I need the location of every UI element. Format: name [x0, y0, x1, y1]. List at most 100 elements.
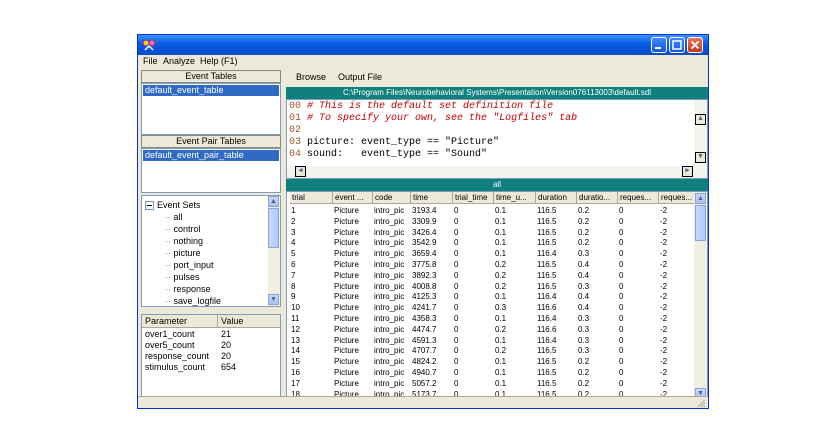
scroll-left-icon[interactable]: ◀: [295, 166, 306, 177]
event-sets-root[interactable]: Event Sets: [157, 200, 201, 211]
event-set-item[interactable]: ·· picture: [165, 248, 201, 259]
table-row[interactable]: 12 Picture intro_pic 4474.7 0 0.2 116.6 0.3 0 -2: [287, 325, 692, 335]
tree-collapse-icon[interactable]: [145, 201, 154, 210]
event-pair-tables-list[interactable]: default_event_pair_table: [141, 148, 281, 193]
table-row[interactable]: 13 Picture intro_pic 4591.3 0 0.1 116.4 0.3 0 -2: [287, 336, 692, 346]
grid-cell: 4591.3: [412, 335, 437, 345]
grid-cell: 0: [454, 368, 459, 377]
scroll-thumb[interactable]: [695, 205, 706, 241]
grid-cell: 4: [291, 238, 296, 248]
grid-cell: 0.1: [495, 314, 507, 323]
grid-cell: 0: [619, 303, 624, 313]
table-row[interactable]: 8 Picture intro_pic 4008.8 0 0.2 116.5 0.3 0 -2: [287, 282, 692, 292]
grid-cell: 0: [454, 216, 459, 226]
grid-cell: 0.2: [495, 346, 507, 356]
event-set-item[interactable]: ·· all: [165, 212, 183, 223]
event-sets-tree[interactable]: Event Sets ·· all ·· control ·· nothing …: [141, 195, 281, 307]
scroll-right-icon[interactable]: ▶: [682, 166, 693, 177]
table-row[interactable]: 3 Picture intro_pic 3426.4 0 0.1 116.5 0.2 0 -2: [287, 228, 692, 238]
event-table-item[interactable]: default_event_table: [143, 85, 279, 96]
grid-cell: 116.5: [537, 346, 557, 356]
parameter-name: response_count: [145, 351, 210, 361]
grid-cell: 0.1: [495, 378, 507, 388]
event-set-item[interactable]: ·· nothing: [165, 236, 203, 247]
grid-cell: 9: [291, 292, 296, 302]
scroll-up-icon[interactable]: ▲: [695, 193, 706, 204]
close-button[interactable]: [687, 37, 703, 53]
grid-cell: 0.2: [578, 378, 590, 388]
event-set-item[interactable]: ·· save_logfile: [165, 296, 221, 307]
grid-column-header[interactable]: trial_time: [453, 192, 494, 204]
table-row[interactable]: 5 Picture intro_pic 3659.4 0 0.1 116.4 0.3 0 -2: [287, 249, 692, 259]
menu-help[interactable]: Help (F1): [200, 56, 238, 66]
scroll-up-icon[interactable]: ▲: [695, 114, 706, 125]
event-set-item[interactable]: ·· port_input: [165, 260, 214, 271]
event-tables-list[interactable]: default_event_table: [141, 83, 281, 135]
grid-cell: Picture: [334, 260, 359, 269]
grid-cell: 0.2: [578, 206, 590, 215]
grid-cell: 0.2: [578, 357, 590, 367]
grid-cell: intro_pic: [374, 270, 405, 280]
scroll-up-icon[interactable]: ▲: [268, 196, 279, 207]
editor-hscrollbar[interactable]: ◀ ▶: [287, 166, 707, 178]
event-pair-table-item[interactable]: default_event_pair_table: [143, 150, 279, 161]
scroll-down-icon[interactable]: ▼: [695, 152, 706, 163]
grid-cell: 116.5: [537, 227, 557, 237]
grid-cell: 0: [619, 281, 624, 291]
grid-vscrollbar[interactable]: ▲ ▼: [694, 192, 707, 401]
grid-cell: 0.1: [495, 357, 507, 367]
grid-cell: 0: [619, 346, 624, 356]
grid-column-header[interactable]: reques...: [659, 192, 695, 204]
event-set-item[interactable]: ·· control: [165, 224, 201, 235]
table-row[interactable]: 4 Picture intro_pic 3542.9 0 0.1 116.5 0.2 0 -2: [287, 238, 692, 248]
event-set-item[interactable]: ·· response: [165, 284, 211, 295]
grid-cell: Picture: [334, 216, 359, 226]
table-row[interactable]: 15 Picture intro_pic 4824.2 0 0.1 116.5 0.2 0 -2: [287, 357, 692, 367]
grid-cell: 0.4: [578, 270, 590, 280]
minimize-button[interactable]: [651, 37, 667, 53]
grid-cell: 116.5: [537, 206, 557, 215]
grid-cell: 0.3: [578, 346, 590, 356]
menu-file[interactable]: File: [143, 56, 158, 66]
grid-column-header[interactable]: duration: [536, 192, 577, 204]
grid-column-header[interactable]: event ...: [333, 192, 373, 204]
event-data-grid[interactable]: trial event ... code time trial_time time_u..…: [286, 191, 708, 402]
title-bar[interactable]: [138, 35, 708, 55]
menu-analyze[interactable]: Analyze: [163, 56, 195, 66]
maximize-button[interactable]: [669, 37, 685, 53]
table-row[interactable]: 14 Picture intro_pic 4707.7 0 0.2 116.5 0.3 0 -2: [287, 346, 692, 356]
grid-cell: 0: [454, 238, 459, 248]
table-row[interactable]: 9 Picture intro_pic 4125.3 0 0.1 116.4 0.4 0 -2: [287, 292, 692, 302]
grid-column-header[interactable]: time_u...: [494, 192, 536, 204]
table-row[interactable]: 16 Picture intro_pic 4940.7 0 0.1 116.5 0.2 0 -2: [287, 368, 692, 378]
grid-column-header[interactable]: time: [411, 192, 453, 204]
event-pair-tables-header: Event Pair Tables: [141, 135, 281, 148]
table-row[interactable]: 1 Picture intro_pic 3193.4 0 0.1 116.5 0.2 0 -2: [287, 206, 692, 216]
grid-column-header[interactable]: code: [373, 192, 411, 204]
grid-cell: Picture: [334, 346, 359, 356]
tab-browse[interactable]: Browse: [296, 72, 326, 82]
table-row[interactable]: 7 Picture intro_pic 3892.3 0 0.2 116.5 0.4 0 -2: [287, 271, 692, 281]
parameter-column-header[interactable]: Parameter: [145, 316, 187, 327]
table-row[interactable]: 11 Picture intro_pic 4358.3 0 0.1 116.4 0.3 0 -2: [287, 314, 692, 324]
scroll-down-icon[interactable]: ▼: [268, 294, 279, 305]
table-row[interactable]: 17 Picture intro_pic 5057.2 0 0.1 116.5 0.2 0 -2: [287, 379, 692, 389]
editor-vscrollbar[interactable]: ▲ ▼: [694, 100, 707, 166]
value-column-header[interactable]: Value: [221, 316, 243, 327]
grid-column-header[interactable]: reques...: [618, 192, 659, 204]
resize-grip-icon[interactable]: [696, 398, 706, 408]
grid-cell: 4125.3: [412, 292, 437, 302]
grid-column-header[interactable]: trial: [290, 192, 333, 204]
table-row[interactable]: 2 Picture intro_pic 3309.9 0 0.1 116.5 0.2 0 -2: [287, 217, 692, 227]
table-row[interactable]: 10 Picture intro_pic 4241.7 0 0.3 116.6 0.4 0 -2: [287, 303, 692, 313]
sdl-editor[interactable]: 00 # This is the default set definition …: [286, 99, 708, 179]
table-row[interactable]: 6 Picture intro_pic 3775.8 0 0.2 116.5 0.4 0 -2: [287, 260, 692, 270]
grid-column-header[interactable]: duratio...: [577, 192, 618, 204]
tab-output-file[interactable]: Output File: [338, 72, 382, 82]
grid-cell: 0: [454, 249, 459, 259]
parameter-table: Parameter Value over1_count 21 over5_cou…: [141, 314, 281, 405]
scroll-thumb[interactable]: [268, 208, 279, 248]
event-set-item[interactable]: ·· pulses: [165, 272, 200, 283]
event-sets-scrollbar[interactable]: ▲ ▼: [268, 196, 280, 306]
grid-cell: 116.5: [537, 281, 557, 291]
